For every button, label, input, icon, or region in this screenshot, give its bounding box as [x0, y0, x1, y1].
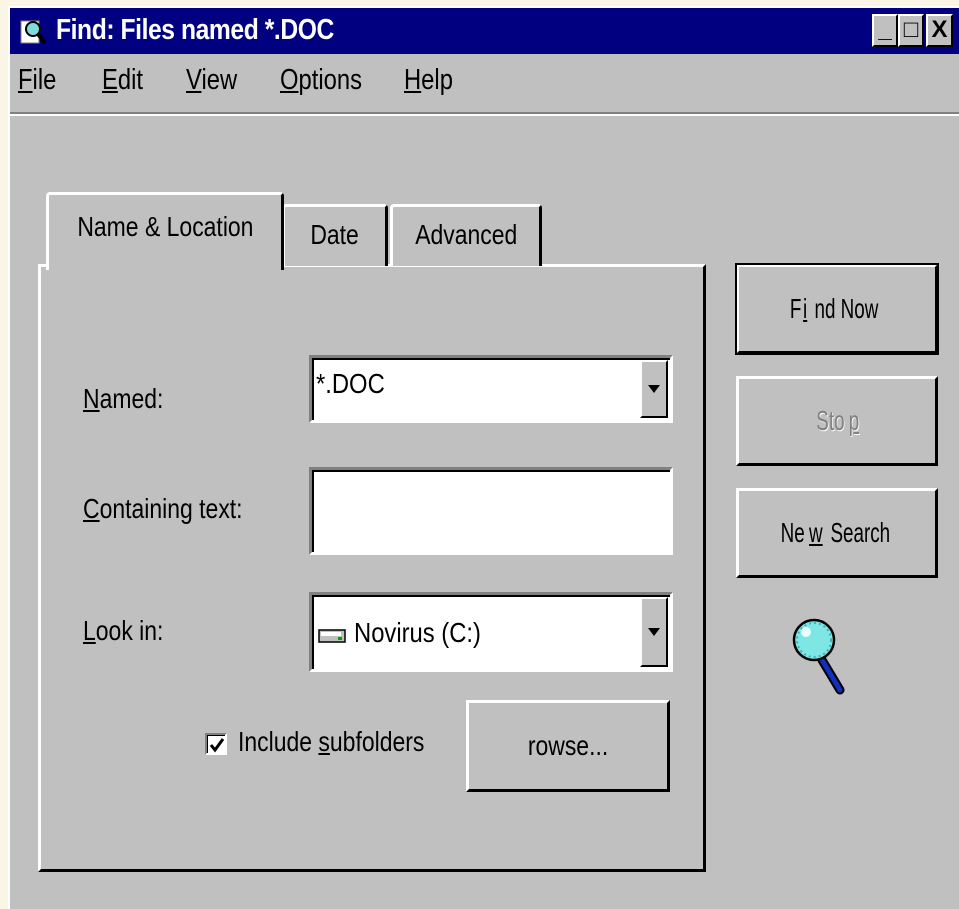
menu-help[interactable]: Help	[404, 64, 453, 97]
containing-text-input[interactable]	[309, 467, 673, 555]
drive-icon	[318, 629, 346, 643]
named-dropdown-button[interactable]	[640, 360, 668, 418]
named-input[interactable]: *.DOC	[316, 368, 385, 400]
stop-button[interactable]: Sto p	[736, 376, 938, 466]
maximize-button[interactable]: □	[898, 14, 924, 47]
window-title: Find: Files named *.DOC	[56, 14, 334, 46]
menu-edit[interactable]: Edit	[102, 64, 143, 97]
look-in-combobox[interactable]: Novirus (C:)	[309, 592, 673, 672]
chevron-down-icon	[648, 628, 660, 636]
browse-button[interactable]: rowse...	[466, 700, 670, 792]
containing-text-label: Containing text:	[83, 493, 243, 524]
tab-name-location[interactable]: Name & Location	[46, 192, 284, 270]
tab-date[interactable]: Date	[282, 204, 388, 266]
include-subfolders-label[interactable]: Include subfolders	[238, 726, 424, 758]
chevron-down-icon	[648, 385, 660, 393]
look-in-dropdown-button[interactable]	[640, 597, 668, 667]
include-subfolders-checkbox[interactable]	[205, 733, 227, 755]
named-label: Named:	[83, 383, 164, 414]
menu-separator	[10, 112, 959, 116]
menu-file[interactable]: File	[18, 64, 56, 97]
checkmark-icon	[209, 738, 225, 753]
title-bar[interactable]: Find: Files named *.DOC _ □ X	[10, 8, 959, 54]
magnifier-icon	[792, 618, 845, 695]
close-button[interactable]: X	[926, 14, 953, 47]
menu-bar: File Edit View Options Help	[10, 58, 959, 108]
close-icon: X	[931, 16, 948, 43]
menu-options[interactable]: Options	[280, 64, 362, 97]
look-in-label: Look in:	[83, 615, 164, 646]
menu-view[interactable]: View	[186, 64, 237, 97]
minimize-icon: _	[878, 16, 892, 43]
new-search-button[interactable]: Ne w Search	[736, 488, 938, 578]
maximize-icon: □	[903, 16, 919, 43]
find-window: Find: Files named *.DOC _ □ X File Edit …	[8, 6, 959, 909]
named-combobox[interactable]: *.DOC	[309, 355, 673, 423]
minimize-button[interactable]: _	[872, 14, 898, 47]
look-in-value: Novirus (C:)	[354, 617, 481, 648]
tab-advanced[interactable]: Advanced	[390, 204, 542, 266]
find-app-icon	[20, 20, 47, 45]
find-now-button[interactable]: Fi nd Now	[735, 263, 939, 355]
